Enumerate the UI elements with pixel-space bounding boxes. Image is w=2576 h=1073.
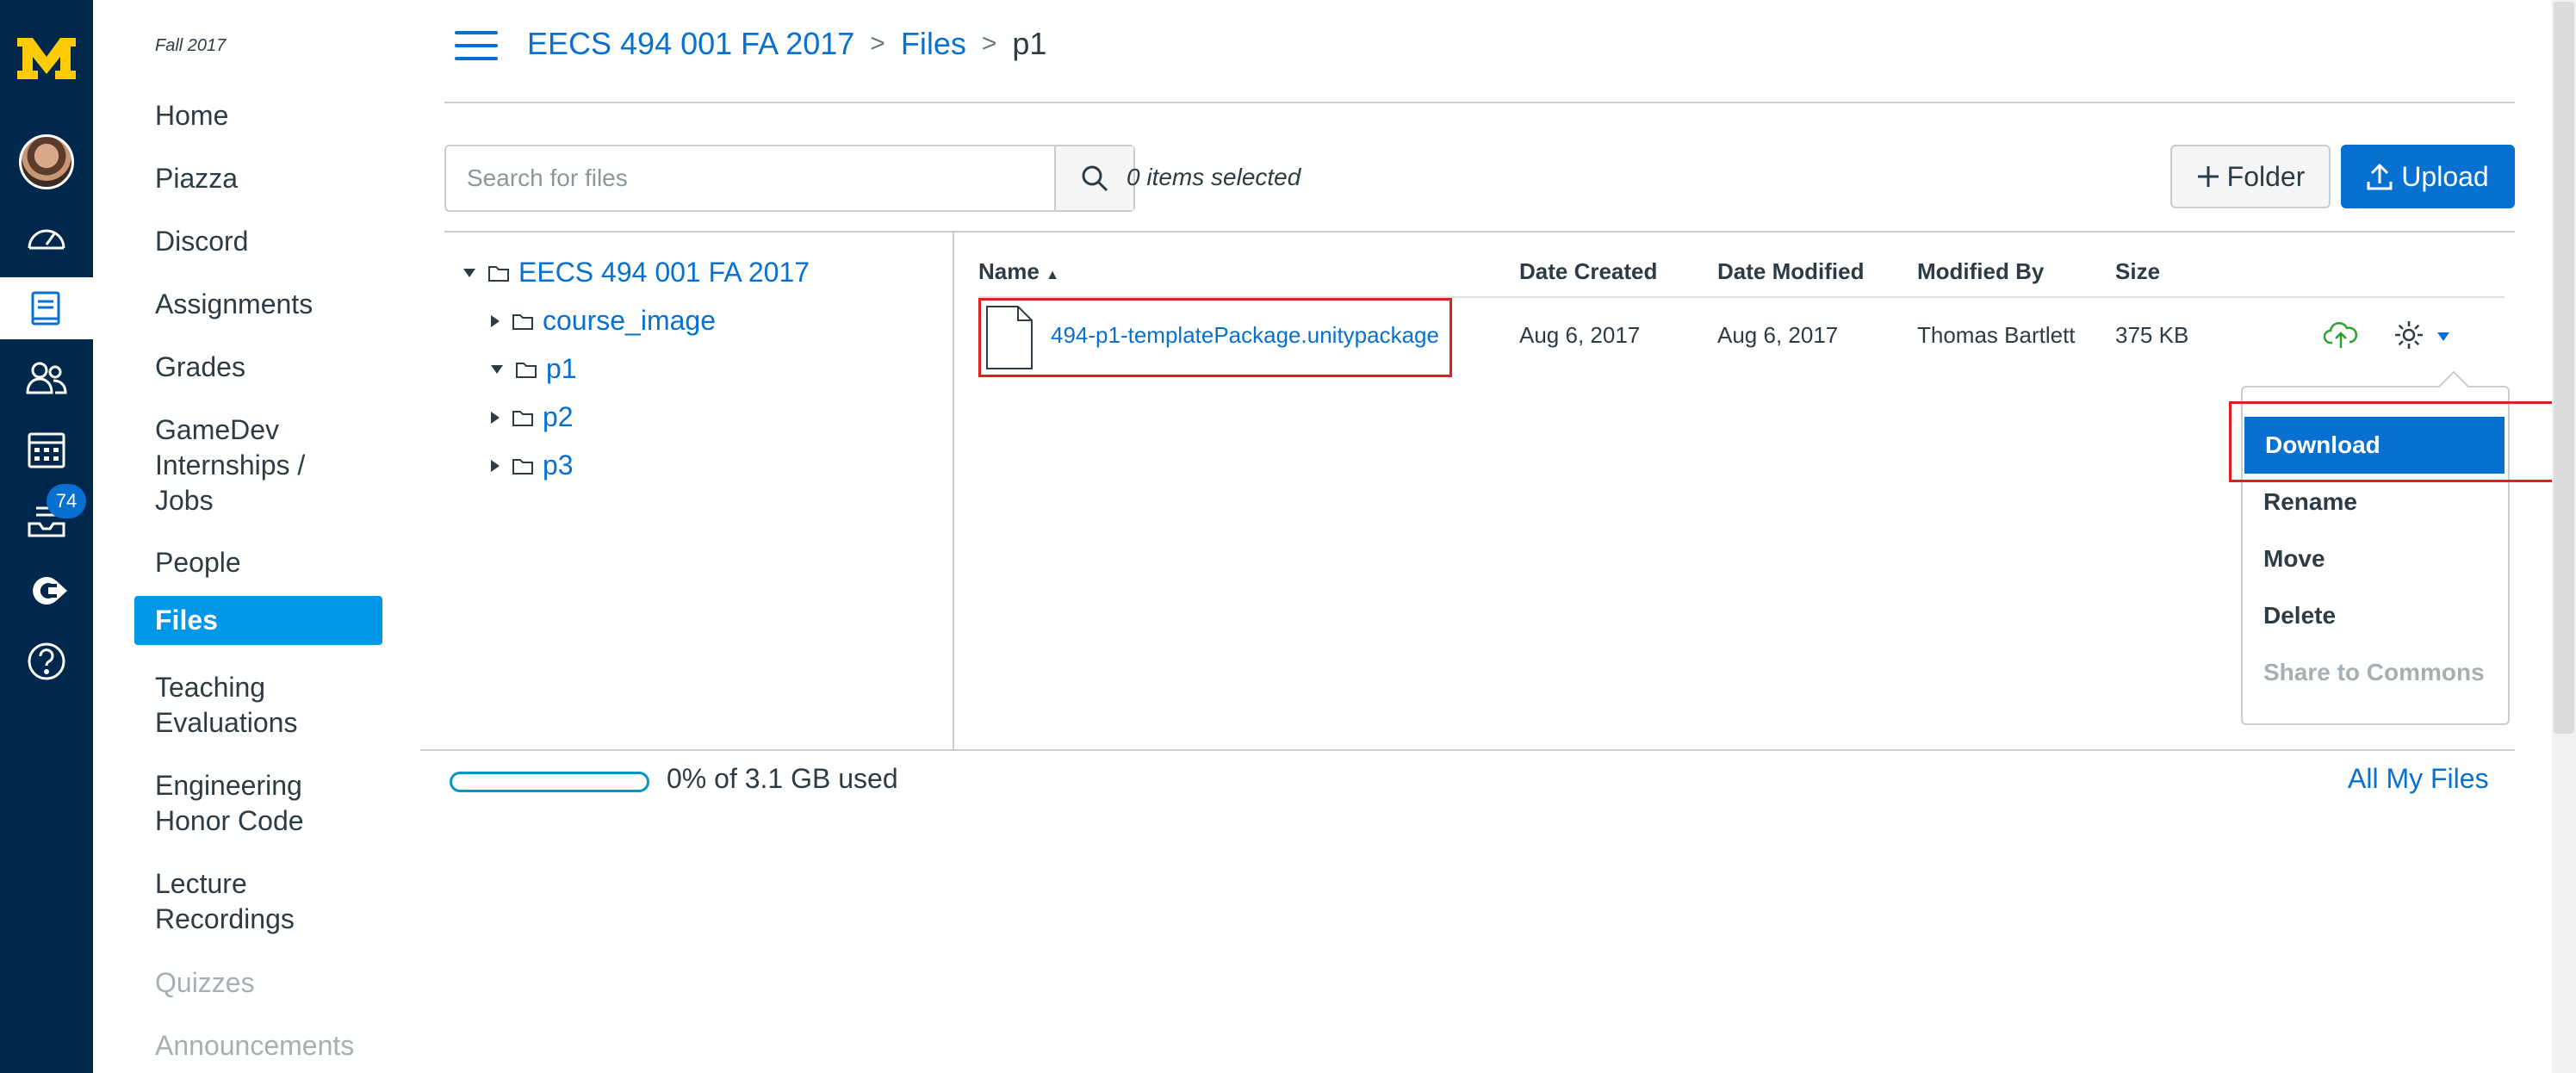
tree-root-label[interactable]: EECS 494 001 FA 2017	[518, 257, 810, 288]
course-nav-piazza[interactable]: Piazza	[155, 161, 238, 196]
expanded-icon[interactable]	[463, 268, 475, 277]
course-nav: Fall 2017 Home Piazza Discord Assignment…	[93, 0, 420, 1073]
date-modified: Aug 6, 2017	[1717, 322, 1839, 348]
add-folder-label: Folder	[2226, 160, 2306, 192]
calendar-icon[interactable]	[0, 419, 93, 481]
tree-item-label[interactable]: p1	[546, 353, 577, 385]
menu-item-delete[interactable]: Delete	[2243, 587, 2508, 644]
course-nav-quizzes[interactable]: Quizzes	[155, 965, 255, 1001]
collapsed-icon[interactable]	[491, 411, 500, 424]
logout-icon[interactable]	[0, 560, 93, 622]
sort-ascending-icon: ▲	[1046, 268, 1059, 282]
breadcrumb-current: p1	[1012, 26, 1047, 61]
expanded-icon[interactable]	[491, 364, 503, 374]
selected-count: 0 items selected	[1127, 164, 1301, 190]
column-header-modified[interactable]: Date Modified	[1717, 258, 1864, 285]
divider	[420, 749, 2515, 751]
quota-progress-bar	[450, 772, 649, 792]
inbox-count-badge: 74	[47, 484, 86, 518]
gear-icon[interactable]	[2393, 319, 2425, 351]
chevron-down-icon[interactable]	[2437, 332, 2449, 341]
modified-by: Thomas Bartlett	[1917, 322, 2076, 348]
tree-root[interactable]: EECS 494 001 FA 2017	[463, 257, 810, 288]
course-nav-people[interactable]: People	[155, 545, 241, 580]
avatar	[19, 134, 74, 189]
course-nav-gamedev[interactable]: GameDev Internships / Jobs	[155, 412, 305, 518]
highlight-box	[978, 298, 1452, 377]
course-nav-announcements[interactable]: Announcements	[155, 1028, 354, 1064]
breadcrumb-separator: >	[870, 29, 885, 58]
column-header-label: Name	[978, 258, 1040, 284]
main-content: EECS 494 001 FA 2017 > Files > p1 0 item…	[420, 0, 2576, 1073]
collapsed-icon[interactable]	[491, 314, 500, 327]
tree-item-course-image[interactable]: course_image	[491, 305, 716, 337]
folder-icon	[512, 410, 533, 426]
upload-button[interactable]: Upload	[2341, 145, 2515, 208]
tree-item-p1[interactable]: p1	[491, 353, 577, 385]
global-nav: 74	[0, 0, 93, 1073]
column-header-created[interactable]: Date Created	[1519, 258, 1657, 285]
folder-icon	[488, 265, 509, 282]
scrollbar-thumb[interactable]	[2554, 2, 2574, 734]
add-folder-button[interactable]: Folder	[2170, 145, 2331, 208]
groups-icon[interactable]	[0, 348, 93, 410]
folder-icon	[512, 458, 533, 474]
course-nav-teaching-evaluations[interactable]: Teaching Evaluations	[155, 670, 297, 741]
tree-item-label[interactable]: p2	[543, 401, 574, 433]
course-nav-assignments[interactable]: Assignments	[155, 287, 313, 322]
column-header-name[interactable]: Name ▲	[978, 258, 1059, 285]
highlight-box	[2229, 401, 2568, 482]
tree-item-label[interactable]: p3	[543, 450, 574, 481]
column-header-modified-by[interactable]: Modified By	[1917, 258, 2044, 285]
tree-item-p2[interactable]: p2	[491, 401, 574, 433]
folder-icon	[516, 362, 537, 378]
date-created: Aug 6, 2017	[1519, 322, 1641, 348]
search-button[interactable]	[1054, 146, 1133, 210]
breadcrumb-files[interactable]: Files	[901, 26, 966, 62]
breadcrumb: EECS 494 001 FA 2017 > Files > p1	[527, 26, 1046, 62]
plus-icon	[2197, 166, 2219, 187]
upload-label: Upload	[2401, 160, 2489, 192]
course-nav-lecture-recordings[interactable]: Lecture Recordings	[155, 866, 295, 937]
search-box	[444, 145, 1135, 212]
menu-item-move[interactable]: Move	[2243, 530, 2508, 587]
breadcrumb-course[interactable]: EECS 494 001 FA 2017	[527, 26, 854, 62]
search-icon	[1082, 165, 1108, 192]
folder-icon	[512, 313, 533, 330]
folder-tree: EECS 494 001 FA 2017 course_image p1 p2 …	[444, 233, 954, 749]
courses-icon[interactable]	[0, 277, 93, 339]
account-avatar[interactable]	[0, 131, 93, 193]
dashboard-icon[interactable]	[0, 207, 93, 269]
course-nav-home[interactable]: Home	[155, 98, 228, 133]
help-icon[interactable]	[0, 630, 93, 692]
upload-icon	[2367, 163, 2393, 190]
menu-arrow	[2437, 370, 2470, 403]
course-nav-honor-code[interactable]: Engineering Honor Code	[155, 768, 304, 839]
course-nav-discord[interactable]: Discord	[155, 224, 248, 259]
all-my-files-link[interactable]: All My Files	[2348, 763, 2489, 795]
quota-text: 0% of 3.1 GB used	[667, 763, 898, 794]
tree-item-p3[interactable]: p3	[491, 450, 574, 481]
tree-item-label[interactable]: course_image	[543, 305, 716, 337]
breadcrumb-separator: >	[981, 29, 997, 58]
term-label: Fall 2017	[155, 36, 227, 55]
search-input[interactable]	[446, 146, 1054, 210]
menu-item-share-to-commons: Share to Commons	[2263, 659, 2485, 685]
column-header-size[interactable]: Size	[2115, 258, 2160, 285]
scrollbar[interactable]	[2552, 0, 2576, 1073]
university-logo[interactable]	[16, 34, 78, 83]
collapsed-icon[interactable]	[491, 459, 500, 472]
divider	[444, 102, 2515, 103]
file-size: 375 KB	[2115, 322, 2189, 348]
cloud-upload-icon[interactable]	[2324, 320, 2358, 350]
course-menu-toggle[interactable]	[455, 31, 498, 64]
course-nav-files[interactable]: Files	[134, 596, 382, 645]
course-nav-grades[interactable]: Grades	[155, 350, 245, 385]
